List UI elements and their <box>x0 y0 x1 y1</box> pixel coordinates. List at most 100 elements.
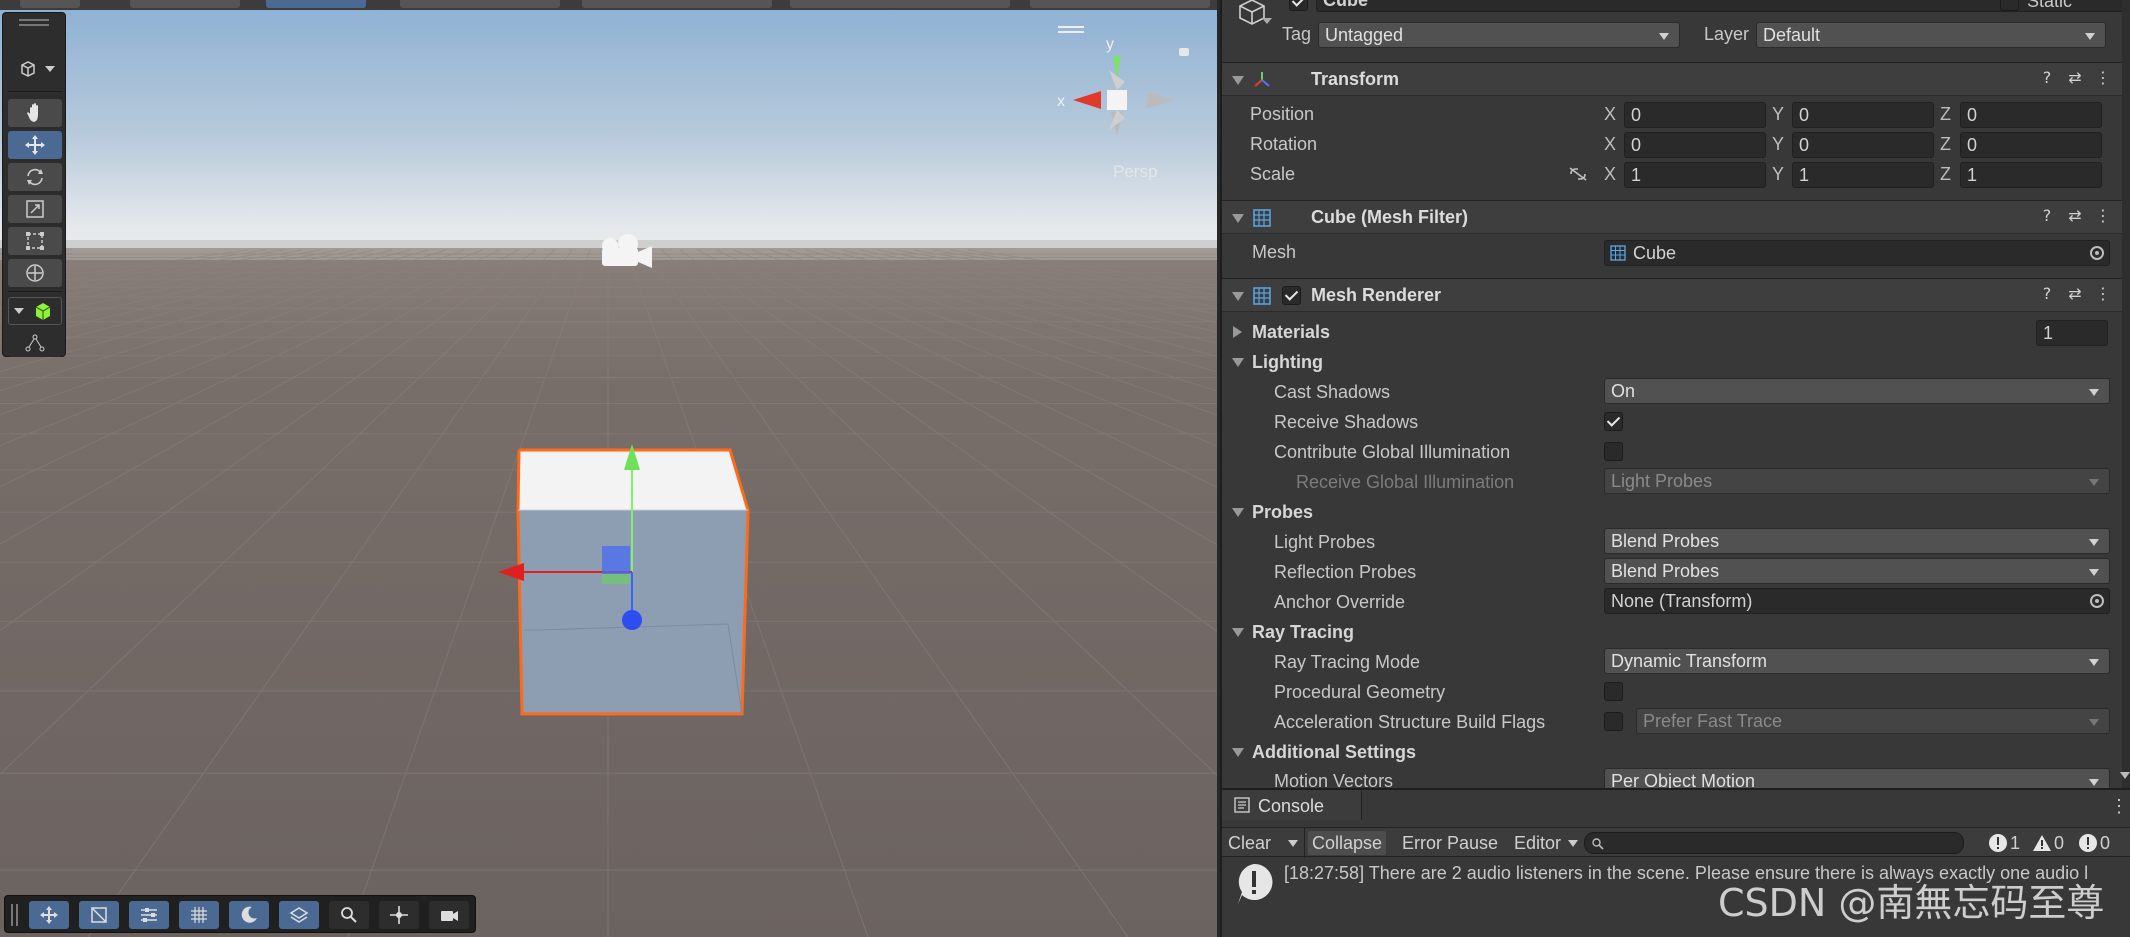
scene-canvas[interactable]: y x <box>0 0 1217 937</box>
editor-chevron-icon[interactable] <box>1568 840 1578 847</box>
position-label: Position <box>1250 104 1315 124</box>
rect-tool[interactable] <box>8 227 62 255</box>
clear-button[interactable]: Clear <box>1224 831 1275 855</box>
static-checkbox-visible[interactable] <box>2000 0 2019 11</box>
scale-x-field[interactable]: 1 <box>1624 162 1766 188</box>
help-icon: ? <box>2042 206 2052 225</box>
rotate-icon <box>27 168 43 186</box>
zoom-button[interactable] <box>329 901 369 929</box>
position-y-field[interactable]: 0 <box>1792 102 1934 128</box>
axis-x-label[interactable]: X <box>1604 164 1616 185</box>
hand-tool[interactable] <box>8 99 62 127</box>
scale-tool[interactable] <box>8 195 62 223</box>
active-checkbox[interactable] <box>1289 0 1308 11</box>
axis-z-label[interactable]: Z <box>1940 104 1951 125</box>
unlinked-scale-icon[interactable] <box>1568 166 1588 182</box>
snap-button[interactable] <box>79 901 119 929</box>
axis-z-label[interactable]: Z <box>1940 164 1951 185</box>
green-cube-icon <box>35 303 51 320</box>
position-x-field[interactable]: 0 <box>1624 102 1766 128</box>
console-search-input[interactable] <box>1584 832 1964 854</box>
receive-shadows-checkbox[interactable] <box>1604 412 1623 431</box>
ray-tracing-label[interactable]: Ray Tracing <box>1252 622 1354 643</box>
draw-mode-dropdown[interactable] <box>8 49 62 89</box>
reflection-probes-dropdown[interactable]: Blend Probes <box>1604 558 2110 584</box>
pivot-button[interactable] <box>379 901 419 929</box>
console-more-icon[interactable]: ⋮ <box>2110 796 2128 817</box>
accel-flags-checkbox[interactable] <box>1604 712 1623 731</box>
error-count[interactable]: 0 <box>2096 831 2114 855</box>
icon-dropdown-chevron-icon[interactable] <box>1262 18 1272 24</box>
ray-tracing-foldout-icon[interactable] <box>1232 628 1244 637</box>
transform-tool[interactable] <box>8 259 62 287</box>
error-pause-button[interactable]: Error Pause <box>1398 831 1502 855</box>
ray-tracing-mode-dropdown[interactable]: Dynamic Transform <box>1604 648 2110 674</box>
scroll-down-icon[interactable] <box>2120 772 2130 779</box>
align-icon <box>141 908 157 922</box>
anchor-override-field[interactable]: None (Transform) <box>1604 588 2110 614</box>
collapse-button[interactable]: Collapse <box>1308 831 1387 855</box>
axis-y-label[interactable]: Y <box>1772 104 1784 125</box>
probes-foldout-icon[interactable] <box>1232 508 1244 517</box>
mesh-field[interactable]: Cube <box>1604 240 2110 266</box>
position-z-field[interactable]: 0 <box>1960 102 2102 128</box>
axis-y-label[interactable]: Y <box>1772 164 1784 185</box>
lighting-foldout-icon[interactable] <box>1232 358 1244 367</box>
materials-count-field[interactable]: 1 <box>2036 320 2108 346</box>
rotate-tool[interactable] <box>8 163 62 191</box>
console-tab[interactable]: Console <box>1222 790 1362 820</box>
watermark-text: CSDN @南無忘码至尊 <box>1718 881 2105 925</box>
contribute-gi-checkbox[interactable] <box>1604 442 1623 461</box>
grid-button[interactable] <box>179 901 219 929</box>
scale-z-field[interactable]: 1 <box>1960 162 2102 188</box>
mesh-asset-icon <box>1610 245 1626 261</box>
axis-x-label[interactable]: X <box>1604 134 1616 155</box>
align-button[interactable] <box>129 901 169 929</box>
scale-icon <box>26 200 44 218</box>
persp-label[interactable]: Persp <box>1113 162 1157 182</box>
motion-vectors-dropdown[interactable]: Per Object Motion <box>1604 768 2110 788</box>
camera-settings-button[interactable] <box>429 901 469 929</box>
clear-options-chevron-icon[interactable] <box>1288 840 1298 847</box>
mesh-renderer-header[interactable]: Mesh Renderer ? ⇄ ⋮ <box>1222 278 2130 312</box>
inspector-scrollbar[interactable] <box>2122 0 2130 788</box>
materials-foldout-icon[interactable] <box>1233 326 1242 338</box>
mesh-filter-header[interactable]: Cube (Mesh Filter) ? ⇄ ⋮ <box>1222 200 2130 234</box>
light-probes-dropdown[interactable]: Blend Probes <box>1604 528 2110 554</box>
transform-header[interactable]: Transform ? ⇄ ⋮ <box>1222 62 2130 96</box>
more-menu-icon: ⋮ <box>2095 284 2111 303</box>
scene-view[interactable]: y x Persp <box>0 0 1217 937</box>
additional-settings-foldout-icon[interactable] <box>1232 748 1244 757</box>
layer-dropdown[interactable]: Default <box>1756 22 2106 48</box>
overlay-toolbar <box>4 895 476 933</box>
rotation-y-field[interactable]: 0 <box>1792 132 1934 158</box>
materials-label[interactable]: Materials <box>1252 322 1330 343</box>
tag-dropdown[interactable]: Untagged <box>1318 22 1680 48</box>
probes-label[interactable]: Probes <box>1252 502 1313 523</box>
move-view-button[interactable] <box>29 901 69 929</box>
info-count[interactable]: 1 <box>2006 831 2024 855</box>
custom-tool[interactable] <box>8 297 62 325</box>
additional-settings-label[interactable]: Additional Settings <box>1252 742 1416 763</box>
axis-z-label[interactable]: Z <box>1940 134 1951 155</box>
cast-shadows-dropdown[interactable]: On <box>1604 378 2110 404</box>
object-picker-icon[interactable] <box>2090 246 2104 260</box>
rotation-x-field[interactable]: 0 <box>1624 132 1766 158</box>
transform-icon <box>26 264 44 282</box>
axis-y-label[interactable]: Y <box>1772 134 1784 155</box>
object-picker-icon[interactable] <box>2090 594 2104 608</box>
mesh-renderer-enabled-checkbox[interactable] <box>1282 286 1301 305</box>
lighting-label[interactable]: Lighting <box>1252 352 1323 373</box>
component-tool[interactable] <box>8 329 62 357</box>
move-tool[interactable] <box>8 131 62 159</box>
gizmo-y-label: y <box>1106 36 1114 53</box>
orbit-button[interactable] <box>229 901 269 929</box>
layers-button[interactable] <box>279 901 319 929</box>
editor-dropdown[interactable]: Editor <box>1510 831 1565 855</box>
scene-menu-icon[interactable] <box>1058 26 1084 34</box>
scale-y-field[interactable]: 1 <box>1792 162 1934 188</box>
procedural-geometry-checkbox[interactable] <box>1604 682 1623 701</box>
warning-count[interactable]: 0 <box>2050 831 2068 855</box>
rotation-z-field[interactable]: 0 <box>1960 132 2102 158</box>
axis-x-label[interactable]: X <box>1604 104 1616 125</box>
